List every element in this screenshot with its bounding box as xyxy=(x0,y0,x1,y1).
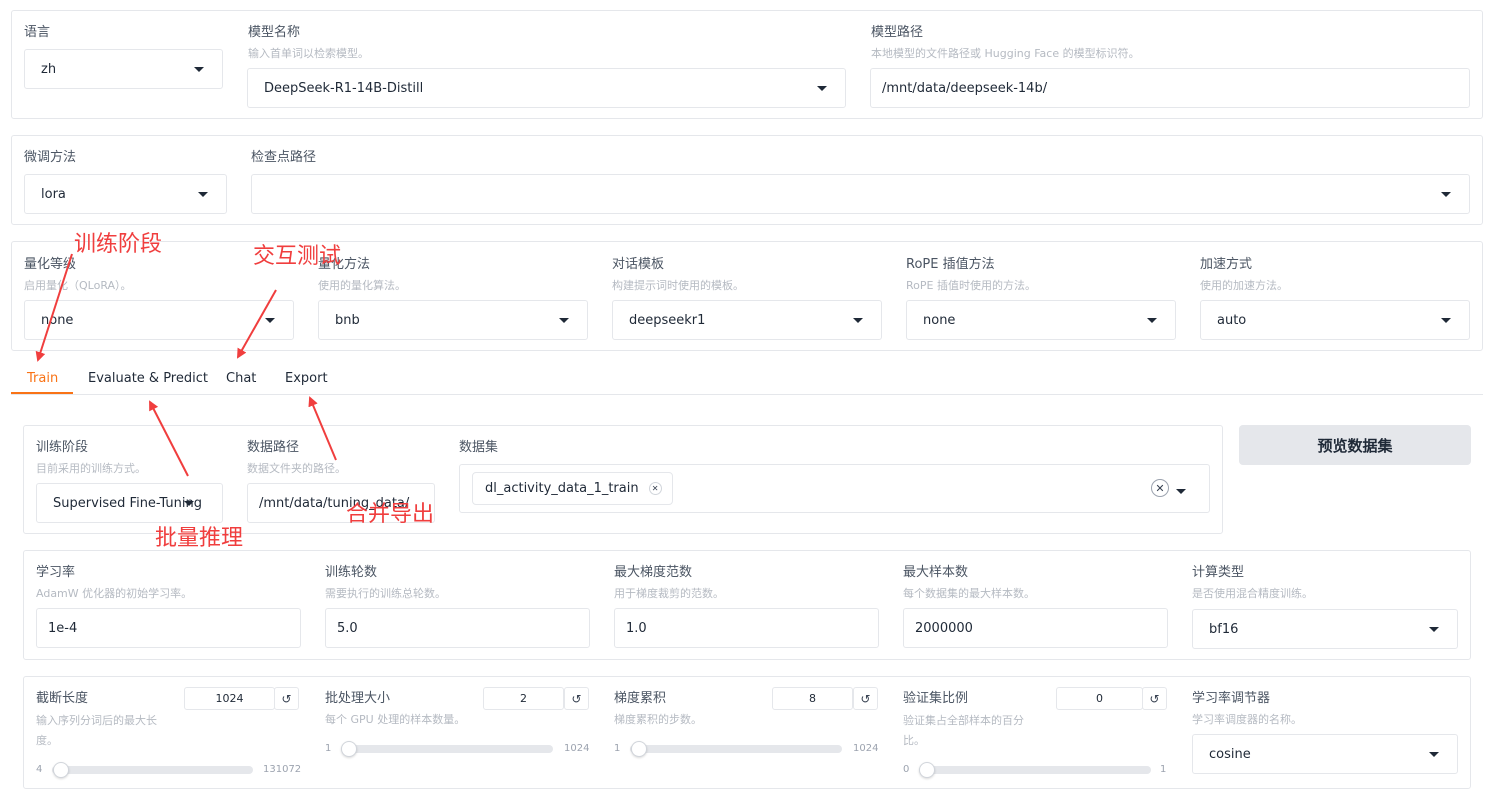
arrow-export xyxy=(308,396,337,461)
arrow-chat xyxy=(237,289,277,359)
annotation-train-stage: 训练阶段 xyxy=(74,232,163,257)
annotation-arrows xyxy=(35,253,337,477)
arrow-train xyxy=(35,253,73,362)
arrow-evaluate xyxy=(149,400,189,477)
annotation-merge-export: 合并导出 xyxy=(346,502,435,527)
annotation-chat-test: 交互测试 xyxy=(253,244,342,269)
annotation-batch-infer: 批量推理 xyxy=(155,526,244,551)
